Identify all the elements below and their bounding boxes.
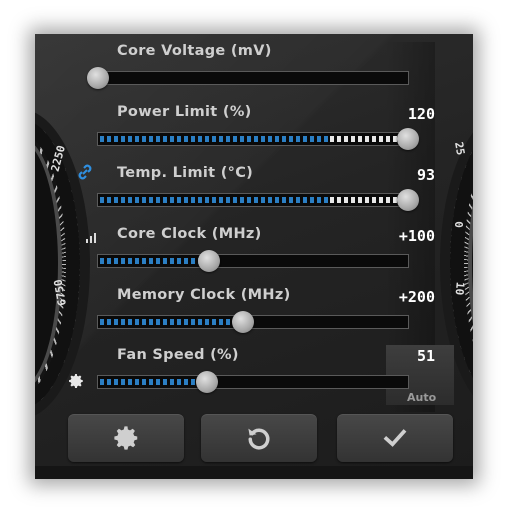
core-voltage-thumb[interactable]: [87, 67, 109, 89]
settings-button[interactable]: [68, 414, 184, 462]
memory-clock-slider[interactable]: [97, 311, 409, 333]
right-gauge-label-10: 10: [452, 281, 467, 296]
apply-button[interactable]: [337, 414, 453, 462]
voltage-curve-icon[interactable]: [85, 228, 99, 247]
right-gauge-label-0: 0: [451, 221, 465, 228]
temp-limit-thumb[interactable]: [397, 189, 419, 211]
temp-limit-value: 93: [416, 166, 435, 184]
fan-speed-thumb[interactable]: [196, 371, 218, 393]
temp-limit-slider[interactable]: [97, 189, 419, 211]
bottom-bar: [35, 466, 473, 479]
temp-limit-fill-white: [330, 197, 400, 203]
fan-settings-icon[interactable]: [67, 372, 85, 394]
core-clock-fill: [100, 258, 200, 264]
memory-clock-thumb[interactable]: [232, 311, 254, 333]
fan-speed-value: 51: [416, 347, 435, 365]
memory-clock-label: Memory Clock (MHz): [117, 287, 291, 303]
fan-speed-slider[interactable]: [97, 371, 409, 393]
memory-clock-fill: [100, 319, 234, 325]
fan-speed-label: Fan Speed (%): [117, 347, 239, 363]
left-gauge-face: [35, 137, 62, 391]
afterburner-panel: 2250 6750 25 0 10 Core Voltage (mV) Powe…: [35, 34, 473, 479]
fan-speed-fill: [100, 379, 196, 385]
power-limit-label: Power Limit (%): [117, 104, 252, 120]
memory-clock-value: +200: [398, 288, 435, 306]
core-clock-value: +100: [398, 227, 435, 245]
temp-limit-label: Temp. Limit (°C): [117, 165, 254, 181]
core-voltage-slider[interactable]: [87, 67, 409, 89]
power-limit-fill-white: [330, 136, 400, 142]
fan-auto-label: Auto: [407, 391, 437, 404]
link-icon[interactable]: [75, 162, 95, 186]
check-icon: [383, 429, 407, 447]
reset-button[interactable]: [201, 414, 317, 462]
right-gauge-label-25: 25: [452, 140, 468, 157]
power-limit-slider[interactable]: [97, 128, 419, 150]
temp-limit-fill-blue: [100, 197, 330, 203]
power-limit-value: 120: [407, 105, 435, 123]
core-clock-label: Core Clock (MHz): [117, 226, 262, 242]
gear-icon: [114, 426, 138, 450]
core-clock-thumb[interactable]: [198, 250, 220, 272]
power-limit-fill-blue: [100, 136, 330, 142]
reset-icon: [248, 428, 270, 450]
core-voltage-label: Core Voltage (mV): [117, 43, 272, 59]
right-gauge-face: [468, 137, 473, 391]
power-limit-thumb[interactable]: [397, 128, 419, 150]
core-clock-slider[interactable]: [97, 250, 409, 272]
